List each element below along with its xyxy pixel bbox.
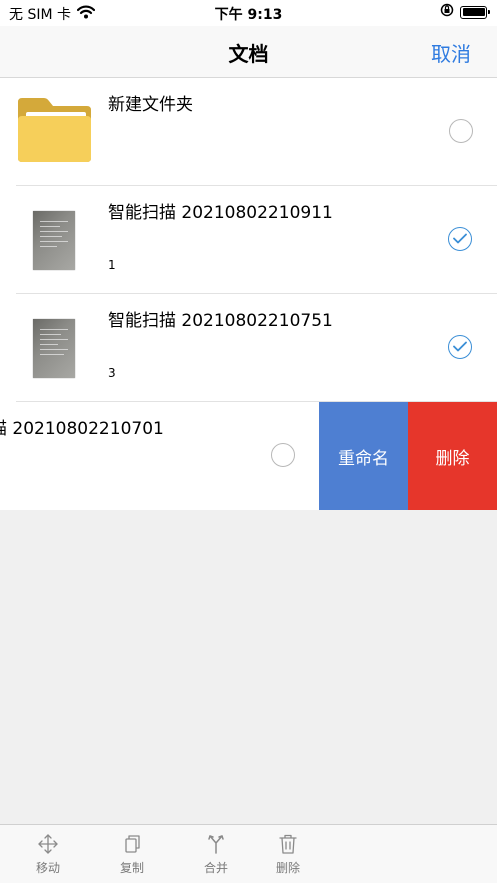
delete-button[interactable]: 删除 — [258, 833, 318, 876]
orientation-lock-icon — [440, 3, 454, 21]
selection-checkbox[interactable] — [271, 443, 295, 467]
merge-label: 合并 — [203, 861, 228, 875]
status-time: 下午 9:13 — [214, 7, 283, 23]
navigation-bar: 文档 取消 — [0, 26, 497, 78]
document-list: 新建文件夹 智能扫描 20210802210911 1 智能扫描 2021080… — [0, 78, 497, 510]
delete-label: 删除 — [275, 861, 300, 875]
document-thumbnail — [33, 211, 75, 270]
status-right — [440, 3, 490, 21]
merge-icon — [208, 835, 224, 854]
move-icon — [38, 834, 58, 854]
checkmark-icon — [453, 233, 467, 244]
folder-icon — [18, 98, 91, 162]
move-label: 移动 — [35, 861, 60, 875]
page-count: 1 — [108, 258, 116, 272]
checkmark-icon — [453, 341, 467, 352]
selection-checkbox[interactable] — [448, 227, 472, 251]
swipe-delete-button[interactable]: 删除 — [408, 402, 497, 510]
document-name: 新建文件夹 — [108, 95, 193, 115]
selection-checkbox[interactable] — [449, 119, 473, 143]
list-item-swiped[interactable]: 描 20210802210701 重命名 删除 — [0, 402, 497, 510]
rename-button[interactable]: 重命名 — [319, 402, 408, 510]
selection-checkbox[interactable] — [448, 335, 472, 359]
merge-button[interactable]: 合并 — [186, 833, 246, 876]
cancel-button[interactable]: 取消 — [431, 38, 471, 67]
move-button[interactable]: 移动 — [18, 833, 78, 876]
document-name: 智能扫描 20210802210911 — [108, 203, 333, 223]
swiped-row-content[interactable]: 描 20210802210701 — [0, 402, 319, 510]
status-bar: 无 SIM 卡 下午 9:13 — [0, 0, 497, 26]
list-item[interactable]: 智能扫描 20210802210751 3 — [0, 294, 497, 402]
copy-label: 复制 — [119, 861, 144, 875]
bottom-toolbar: 移动 复制 合并 删除 — [0, 824, 497, 883]
copy-icon — [125, 835, 140, 853]
list-item[interactable]: 智能扫描 20210802210911 1 — [0, 186, 497, 294]
list-item[interactable]: 新建文件夹 — [0, 78, 497, 186]
page-title: 文档 — [228, 42, 269, 66]
document-thumbnail — [33, 319, 75, 378]
document-name: 智能扫描 20210802210751 — [108, 311, 333, 331]
copy-button[interactable]: 复制 — [102, 833, 162, 876]
page-count: 3 — [108, 366, 116, 380]
document-name: 描 20210802210701 — [0, 419, 164, 439]
trash-icon — [279, 834, 297, 854]
battery-icon — [460, 5, 490, 19]
